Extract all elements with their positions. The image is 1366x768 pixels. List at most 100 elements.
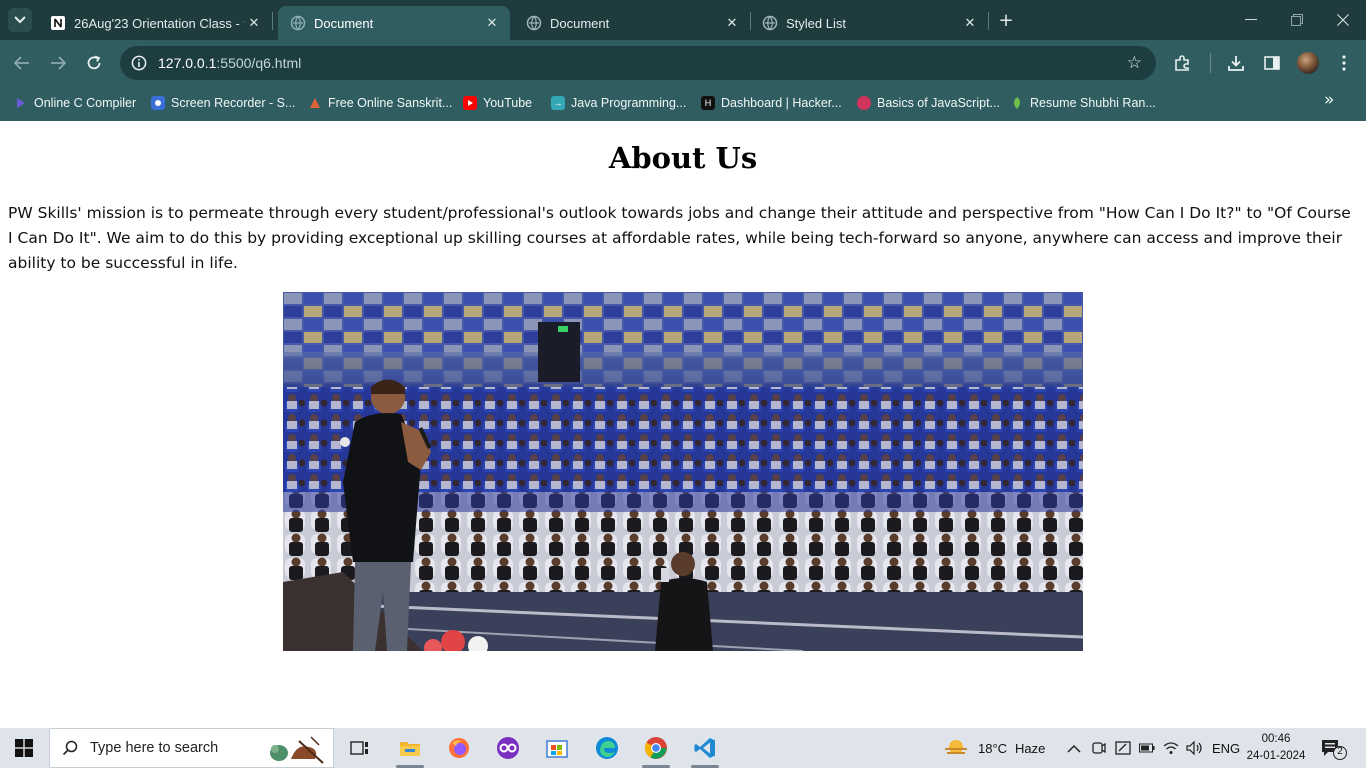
notion-icon bbox=[50, 15, 66, 31]
bookmark-hackerrank[interactable]: H Dashboard | Hacker... bbox=[701, 93, 842, 113]
bookmark-label: Online C Compiler bbox=[34, 96, 137, 110]
show-hidden-icons-chevron-icon[interactable] bbox=[1067, 728, 1081, 768]
tab-title: Document bbox=[314, 15, 374, 31]
site-info-icon[interactable] bbox=[122, 46, 156, 80]
tab-orientation-class[interactable]: 26Aug'23 Orientation Class - fu ✕ bbox=[38, 6, 272, 40]
browser-toolbar: 127.0.0.1:5500/q6.html ☆ bbox=[0, 40, 1366, 86]
store-icon[interactable] bbox=[537, 732, 577, 764]
close-window-button[interactable] bbox=[1320, 0, 1366, 40]
start-button[interactable] bbox=[8, 736, 40, 760]
bookmark-label: YouTube bbox=[483, 96, 533, 110]
programiz-icon bbox=[14, 96, 28, 110]
minimize-button[interactable] bbox=[1228, 0, 1274, 40]
input-language[interactable]: ENG bbox=[1212, 728, 1240, 768]
bookmark-label: Java Programming... bbox=[571, 96, 687, 110]
bookmark-label: Basics of JavaScript... bbox=[877, 96, 1000, 110]
resume-icon bbox=[1010, 96, 1024, 110]
close-icon bbox=[1337, 14, 1349, 26]
hackerrank-icon: H bbox=[701, 96, 715, 110]
bookmarks-bar: Online C Compiler Screen Recorder - S...… bbox=[0, 86, 1366, 121]
new-tab-button[interactable]: + bbox=[994, 8, 1018, 32]
extensions-icon[interactable] bbox=[1171, 52, 1193, 74]
notification-count: 2 bbox=[1337, 746, 1343, 757]
sanskrit-icon bbox=[308, 96, 322, 110]
profile-avatar[interactable] bbox=[1297, 52, 1319, 74]
weather-widget[interactable]: 18°C Haze bbox=[943, 728, 1045, 768]
app-icon[interactable] bbox=[488, 732, 528, 764]
bookmark-screen-recorder[interactable]: Screen Recorder - S... bbox=[151, 93, 295, 113]
java-icon: → bbox=[551, 96, 565, 110]
close-icon[interactable]: ✕ bbox=[960, 13, 980, 33]
tab-document[interactable]: Document ✕ bbox=[514, 6, 750, 40]
taskbar-search[interactable]: Type here to search bbox=[49, 728, 334, 768]
battery-icon[interactable] bbox=[1139, 728, 1155, 768]
bookmark-resume[interactable]: Resume Shubhi Ran... bbox=[1010, 93, 1156, 113]
bookmark-star-icon[interactable]: ☆ bbox=[1127, 53, 1142, 73]
globe-icon bbox=[762, 15, 778, 31]
tab-title: 26Aug'23 Orientation Class - fu bbox=[74, 15, 244, 31]
menu-kebab-icon[interactable] bbox=[1333, 52, 1355, 74]
forward-button[interactable] bbox=[44, 49, 72, 77]
notification-center-button[interactable]: 2 bbox=[1320, 738, 1348, 760]
bookmark-label: Resume Shubhi Ran... bbox=[1030, 96, 1156, 110]
volume-icon[interactable] bbox=[1186, 728, 1204, 768]
file-explorer-icon[interactable] bbox=[390, 732, 430, 768]
tab-styled-list[interactable]: Styled List ✕ bbox=[750, 6, 988, 40]
vscode-icon[interactable] bbox=[685, 732, 725, 768]
chevron-down-icon bbox=[14, 16, 26, 24]
url-text: 127.0.0.1:5500/q6.html bbox=[158, 55, 302, 71]
tab-search-button[interactable] bbox=[8, 8, 32, 32]
back-arrow-icon bbox=[14, 56, 29, 70]
globe-icon bbox=[526, 15, 542, 31]
reload-icon bbox=[87, 55, 101, 70]
windows-taskbar: Type here to search 18°C Haze ENG 00:46 … bbox=[0, 728, 1366, 768]
about-paragraph: PW Skills' mission is to permeate throug… bbox=[8, 204, 1351, 272]
browser-tab-bar: 26Aug'23 Orientation Class - fu ✕ Docume… bbox=[0, 0, 1366, 40]
download-icon[interactable] bbox=[1225, 52, 1247, 74]
auditorium-photo bbox=[283, 292, 1083, 651]
close-icon[interactable]: ✕ bbox=[482, 13, 502, 33]
forward-arrow-icon bbox=[51, 56, 66, 70]
search-highlight-illustration bbox=[270, 736, 324, 764]
firefox-icon[interactable] bbox=[439, 732, 479, 764]
tab-title: Styled List bbox=[786, 15, 846, 31]
search-placeholder: Type here to search bbox=[90, 740, 219, 756]
tab-separator bbox=[988, 12, 989, 30]
pen-workspace-icon[interactable] bbox=[1115, 728, 1131, 768]
back-button[interactable] bbox=[8, 49, 36, 77]
weather-temp: 18°C bbox=[978, 740, 1008, 756]
restore-icon bbox=[1291, 14, 1303, 26]
bookmark-youtube[interactable]: YouTube bbox=[463, 93, 532, 113]
bookmark-label: Screen Recorder - S... bbox=[171, 96, 296, 110]
toolbar-divider bbox=[1210, 53, 1211, 73]
bookmark-sanskrit[interactable]: Free Online Sanskrit... bbox=[308, 93, 452, 113]
bookmark-online-c-compiler[interactable]: Online C Compiler bbox=[14, 93, 136, 113]
bookmark-label: Dashboard | Hacker... bbox=[721, 96, 842, 110]
restore-button[interactable] bbox=[1274, 0, 1320, 40]
weather-haze-icon bbox=[945, 740, 967, 754]
bookmark-label: Free Online Sanskrit... bbox=[328, 96, 453, 110]
wifi-icon[interactable] bbox=[1163, 728, 1179, 768]
task-view-icon[interactable] bbox=[340, 732, 380, 764]
minimize-icon bbox=[1245, 19, 1257, 20]
reload-button[interactable] bbox=[80, 49, 108, 77]
bookmark-java-programming[interactable]: → Java Programming... bbox=[551, 93, 686, 113]
youtube-icon bbox=[463, 96, 477, 110]
side-panel-icon[interactable] bbox=[1261, 52, 1283, 74]
bookmark-javascript-basics[interactable]: Basics of JavaScript... bbox=[857, 93, 1000, 113]
edge-icon[interactable] bbox=[587, 732, 627, 764]
close-icon[interactable]: ✕ bbox=[722, 13, 742, 33]
page-content: About Us PW Skills' mission is to permea… bbox=[0, 121, 1366, 728]
screen-recorder-icon bbox=[151, 96, 165, 110]
meet-now-icon[interactable] bbox=[1092, 728, 1106, 768]
more-bookmarks-chevron-icon[interactable]: » bbox=[1324, 90, 1334, 110]
system-clock[interactable]: 00:46 24-01-2024 bbox=[1240, 731, 1312, 765]
page-title: About Us bbox=[608, 141, 758, 175]
globe-icon bbox=[290, 15, 306, 31]
chrome-icon[interactable] bbox=[636, 732, 676, 768]
search-icon bbox=[50, 740, 90, 756]
address-bar[interactable]: 127.0.0.1:5500/q6.html ☆ bbox=[120, 46, 1156, 80]
close-icon[interactable]: ✕ bbox=[244, 13, 264, 33]
tab-document-active[interactable]: Document ✕ bbox=[278, 6, 510, 40]
tab-title: Document bbox=[550, 15, 610, 31]
